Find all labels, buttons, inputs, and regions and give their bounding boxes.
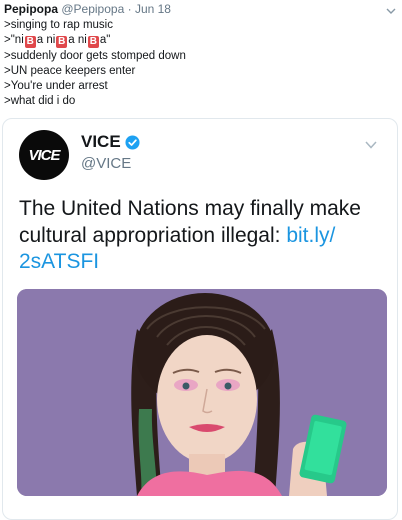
text-line: >what did i do	[4, 95, 76, 108]
text-fragment: a ni	[36, 34, 56, 47]
avatar[interactable]: VICE	[19, 130, 69, 180]
tweet: Pepipopa @Pepipopa · Jun 18 >singing to …	[0, 0, 402, 520]
tweet-text: >singing to rap music >"ni Ba ni Ba ni Ba" …	[4, 18, 392, 110]
tweet-header: Pepipopa @Pepipopa · Jun 18	[4, 2, 388, 17]
text-line: >You're under arrest	[4, 80, 108, 93]
text-fragment: >"ni	[4, 34, 24, 47]
author-name[interactable]: Pepipopa	[4, 2, 58, 16]
b-button-emoji-icon: B	[56, 36, 68, 49]
chevron-down-icon[interactable]	[365, 141, 377, 149]
woman-with-green-phone-photo	[17, 289, 387, 496]
text-line: >UN peace keepers enter	[4, 64, 136, 77]
text-line: >"ni Ba ni Ba ni Ba"	[4, 33, 392, 49]
quoted-tweet-text: The United Nations may finally make cult…	[19, 196, 383, 276]
quoted-author-name[interactable]: VICE	[81, 132, 121, 152]
separator-dot: ·	[127, 2, 132, 16]
quoted-author-handle[interactable]: @VICE	[81, 155, 140, 172]
quoted-tweet-card[interactable]: VICE VICE @VICE The United Nations may f…	[2, 118, 398, 520]
text-line: >suddenly door gets stomped down	[4, 49, 186, 62]
chevron-down-icon[interactable]	[386, 6, 396, 16]
b-button-emoji-icon: B	[24, 36, 36, 49]
text-fragment: a"	[99, 34, 111, 47]
quoted-author: VICE @VICE	[81, 132, 140, 172]
media-image[interactable]	[17, 289, 387, 496]
vice-logo: VICE	[28, 146, 60, 164]
text-fragment: a ni	[68, 34, 87, 47]
tweet-date[interactable]: Jun 18	[135, 2, 171, 16]
b-button-emoji-icon: B	[87, 36, 99, 49]
author-handle[interactable]: @Pepipopa	[61, 2, 124, 16]
text-line: >singing to rap music	[4, 19, 113, 31]
verified-badge-icon	[125, 134, 140, 150]
